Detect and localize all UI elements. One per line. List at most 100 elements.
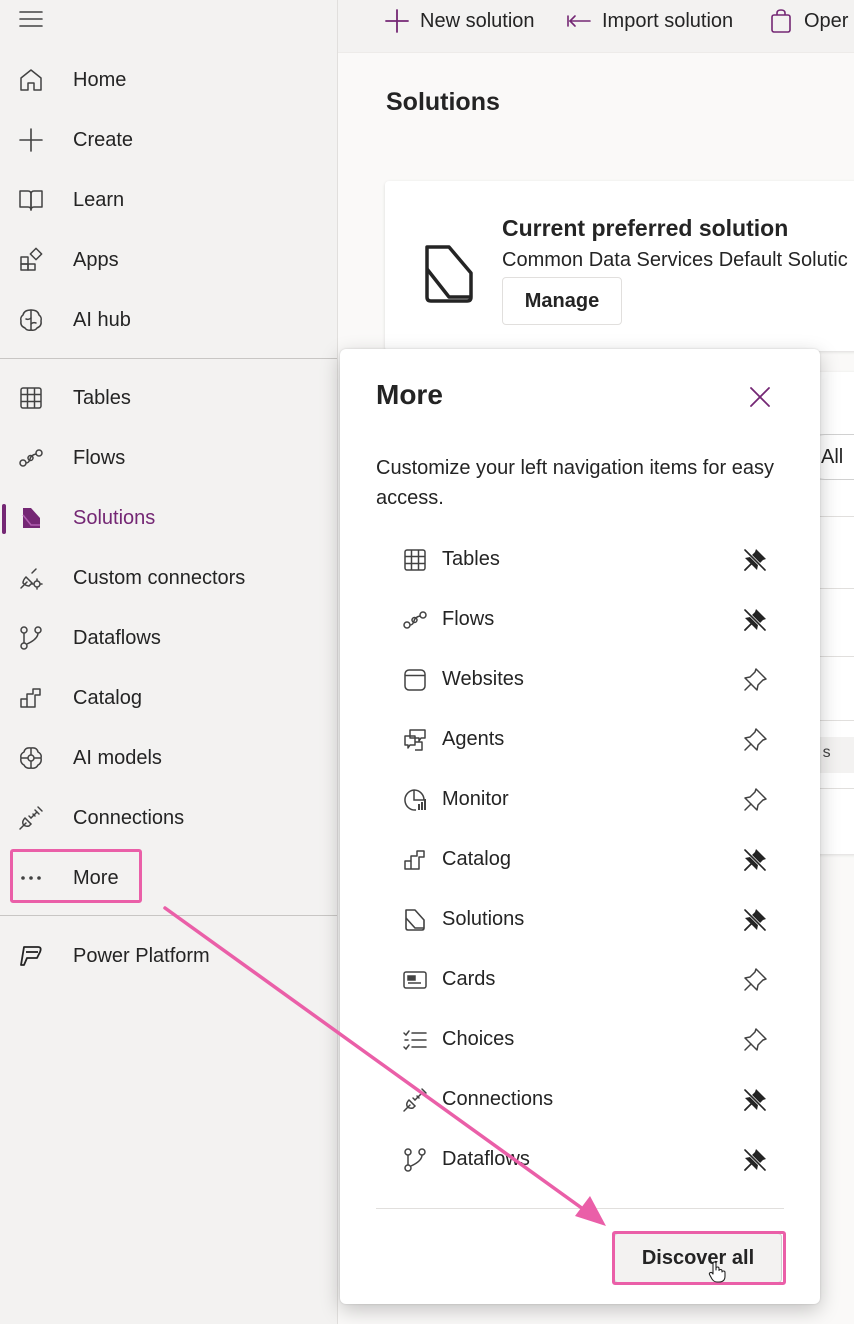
pin-icon[interactable] xyxy=(740,965,770,995)
import-solution-button[interactable]: Import solution xyxy=(566,4,733,38)
home-icon xyxy=(18,67,44,93)
website-icon xyxy=(402,667,428,693)
more-item-tables[interactable]: Tables xyxy=(390,536,780,584)
plus-icon xyxy=(18,127,44,153)
more-item-catalog[interactable]: Catalog xyxy=(390,836,780,884)
more-highlight-box xyxy=(10,849,142,903)
pin-icon[interactable] xyxy=(740,1025,770,1055)
import-icon xyxy=(566,8,592,34)
dataflow-icon xyxy=(402,1147,428,1173)
open-label: Oper xyxy=(804,9,849,32)
panel-divider xyxy=(376,1208,784,1209)
sidebar-item-label: Create xyxy=(73,128,134,151)
more-item-label: Monitor xyxy=(442,788,509,810)
table-icon xyxy=(402,547,428,573)
shopping-bag-icon xyxy=(768,8,794,34)
sidebar-item-label: Learn xyxy=(73,188,125,211)
unpin-icon[interactable] xyxy=(740,545,770,575)
close-icon[interactable] xyxy=(746,383,774,411)
sidebar-divider xyxy=(0,915,337,916)
sidebar-item-label: Tables xyxy=(73,386,131,409)
more-item-label: Agents xyxy=(442,728,505,750)
open-appsource-button[interactable]: Oper xyxy=(768,4,848,38)
cards-icon xyxy=(402,967,428,993)
sidebar-item-label: Custom connectors xyxy=(73,566,246,589)
more-item-label: Choices xyxy=(442,1028,515,1050)
panel-title: More xyxy=(376,379,443,410)
more-item-connections[interactable]: Connections xyxy=(390,1076,780,1124)
ai-model-icon xyxy=(18,745,44,771)
more-item-label: Cards xyxy=(442,968,496,990)
sidebar-divider xyxy=(0,358,337,359)
new-solution-button[interactable]: New solution xyxy=(384,4,535,38)
sidebar-item-ai-models[interactable]: AI models xyxy=(0,736,337,780)
discover-all-button[interactable]: Discover all xyxy=(614,1233,782,1283)
sidebar-item-catalog[interactable]: Catalog xyxy=(0,676,337,720)
more-item-flows[interactable]: Flows xyxy=(390,596,780,644)
pin-icon[interactable] xyxy=(740,785,770,815)
unpin-icon[interactable] xyxy=(740,905,770,935)
manage-button[interactable]: Manage xyxy=(502,277,622,325)
new-solution-label: New solution xyxy=(420,9,535,32)
sidebar-item-ai-hub[interactable]: AI hub xyxy=(0,298,337,342)
more-item-dataflows[interactable]: Dataflows xyxy=(390,1136,780,1184)
sidebar-item-learn[interactable]: Learn xyxy=(0,178,337,222)
unpin-icon[interactable] xyxy=(740,1145,770,1175)
sidebar-item-create[interactable]: Create xyxy=(0,118,337,162)
left-navigation: Home Create Learn Apps AI hub Tables Flo… xyxy=(0,0,338,1324)
pin-icon[interactable] xyxy=(740,725,770,755)
solutions-icon xyxy=(18,505,44,531)
sidebar-item-label: AI hub xyxy=(73,308,131,331)
more-item-websites[interactable]: Websites xyxy=(390,656,780,704)
custom-connector-icon xyxy=(18,565,44,591)
choices-icon xyxy=(402,1027,428,1053)
sidebar-item-apps[interactable]: Apps xyxy=(0,238,337,282)
more-item-label: Flows xyxy=(442,608,495,630)
more-panel: More Customize your left navigation item… xyxy=(340,349,820,1304)
sidebar-item-tables[interactable]: Tables xyxy=(0,376,337,420)
flow-icon xyxy=(402,607,428,633)
more-item-agents[interactable]: Agents xyxy=(390,716,780,764)
sidebar-item-flows[interactable]: Flows xyxy=(0,436,337,480)
brain-icon xyxy=(18,307,44,333)
preferred-solution-name: Common Data Services Default Solutic xyxy=(502,249,848,271)
sidebar-item-label: Power Platform xyxy=(73,944,210,967)
sidebar-item-label: Connections xyxy=(73,806,185,829)
sidebar-item-label: AI models xyxy=(73,746,162,769)
sidebar-item-power-platform[interactable]: Power Platform xyxy=(0,934,337,978)
apps-icon xyxy=(18,247,44,273)
sidebar-item-label: Dataflows xyxy=(73,626,161,649)
solutions-icon xyxy=(402,907,428,933)
unpin-icon[interactable] xyxy=(740,1085,770,1115)
unpin-icon[interactable] xyxy=(740,605,770,635)
power-platform-icon xyxy=(18,943,44,969)
more-item-monitor[interactable]: Monitor xyxy=(390,776,780,824)
more-item-solutions[interactable]: Solutions xyxy=(390,896,780,944)
sidebar-item-label: Home xyxy=(73,68,127,91)
hand-cursor-icon xyxy=(708,1261,726,1283)
solution-file-icon xyxy=(421,243,477,305)
sidebar-item-dataflows[interactable]: Dataflows xyxy=(0,616,337,660)
more-item-choices[interactable]: Choices xyxy=(390,1016,780,1064)
sidebar-item-connections[interactable]: Connections xyxy=(0,796,337,840)
preferred-solution-title: Current preferred solution xyxy=(502,215,789,241)
more-item-label: Solutions xyxy=(442,908,525,930)
sidebar-item-solutions[interactable]: Solutions xyxy=(0,496,337,540)
more-item-label: Websites xyxy=(442,668,524,690)
more-item-label: Tables xyxy=(442,548,500,570)
sidebar-item-label: Catalog xyxy=(73,686,142,709)
more-item-label: Catalog xyxy=(442,848,511,870)
plus-icon xyxy=(384,8,410,34)
catalog-icon xyxy=(402,847,428,873)
agents-icon xyxy=(402,727,428,753)
sidebar-item-custom-connectors[interactable]: Custom connectors xyxy=(0,556,337,600)
sidebar-item-label: Flows xyxy=(73,446,126,469)
preferred-solution-card: Current preferred solution Common Data S… xyxy=(385,181,854,351)
pin-icon[interactable] xyxy=(740,665,770,695)
sidebar-item-home[interactable]: Home xyxy=(0,58,337,102)
more-item-cards[interactable]: Cards xyxy=(390,956,780,1004)
hamburger-icon[interactable] xyxy=(18,6,44,32)
catalog-icon xyxy=(18,685,44,711)
unpin-icon[interactable] xyxy=(740,845,770,875)
sidebar-item-label: Apps xyxy=(73,248,119,271)
